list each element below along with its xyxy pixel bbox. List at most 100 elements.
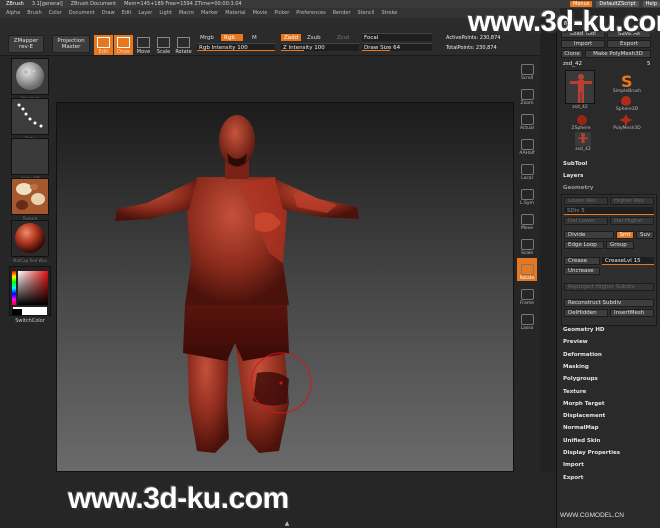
scale-mode-button[interactable]: Scale	[154, 35, 173, 55]
z-intensity-slider[interactable]: Z Intensity 100	[281, 43, 359, 51]
section-import[interactable]: Import	[563, 462, 584, 468]
delhidden-button[interactable]: DelHidden	[564, 309, 608, 317]
menu-stroke[interactable]: Stroke	[381, 10, 397, 16]
import-button[interactable]: Import	[561, 40, 605, 48]
nav-aahalf-button[interactable]: AAHalf	[517, 133, 537, 156]
insertmesh-button[interactable]: InsertMesh	[610, 309, 654, 317]
section-masking[interactable]: Masking	[563, 364, 589, 370]
export-button[interactable]: Export	[607, 40, 651, 48]
section-texture[interactable]: Texture	[563, 389, 586, 395]
switch-color-button[interactable]: SwitchColor	[10, 318, 50, 324]
rgb-intensity-slider[interactable]: Rgb Intensity 100	[197, 43, 275, 51]
section-normalmap[interactable]: NormalMap	[563, 425, 599, 431]
nav-local-button[interactable]: Local	[517, 158, 537, 181]
menu-stencil[interactable]: Stencil	[358, 10, 375, 16]
draw-size-slider[interactable]: Draw Size 64	[362, 43, 432, 51]
nav-actual-button[interactable]: Actual	[517, 108, 537, 131]
section-morph-target[interactable]: Morph Target	[563, 401, 605, 407]
zadd-toggle[interactable]: Zadd	[281, 34, 302, 41]
sdiv-slider[interactable]: SDiv 5	[564, 207, 654, 215]
suv-toggle[interactable]: Suv	[636, 231, 654, 239]
color-picker[interactable]	[9, 266, 51, 316]
layers-section[interactable]: Layers	[563, 173, 583, 179]
crease-level-slider[interactable]: CreaseLvl 15	[602, 257, 654, 265]
section-deformation[interactable]: Deformation	[563, 352, 602, 358]
menu-marker[interactable]: Marker	[201, 10, 218, 16]
rotate-mode-button[interactable]: Rotate	[174, 35, 193, 55]
alpha-thumbnail[interactable]	[11, 138, 49, 175]
higher-res-button[interactable]: Higher Res	[610, 197, 654, 205]
nav-move-button[interactable]: Move	[517, 208, 537, 231]
brush-thumbnail[interactable]	[11, 58, 49, 95]
crease-button[interactable]: Crease	[564, 257, 600, 265]
section-display-properties[interactable]: Display Properties	[563, 450, 620, 456]
menu-picker[interactable]: Picker	[274, 10, 289, 16]
expand-arrow-icon[interactable]: ▲	[280, 520, 294, 527]
divide-button[interactable]: Divide	[564, 231, 614, 239]
menu-light[interactable]: Light	[159, 10, 171, 16]
draw-mode-button[interactable]: Draw	[114, 35, 133, 55]
document-canvas[interactable]	[56, 102, 514, 472]
menu-render[interactable]: Render	[333, 10, 351, 16]
nav-scale-button[interactable]: Scale	[517, 233, 537, 256]
section-geometry-hd[interactable]: Geometry HD	[563, 327, 605, 333]
smt-toggle[interactable]: Smt	[616, 231, 634, 239]
menu-brush[interactable]: Brush	[27, 10, 41, 16]
lower-res-button[interactable]: Lower Res	[564, 197, 608, 205]
rgb-toggle[interactable]: Rgb	[221, 34, 243, 41]
focal-shift-slider[interactable]: Focal	[362, 33, 432, 41]
edit-mode-button[interactable]: Edit	[94, 35, 113, 55]
section-displacement[interactable]: Displacement	[563, 413, 605, 419]
menu-macro[interactable]: Macro	[179, 10, 194, 16]
menu-layer[interactable]: Layer	[138, 10, 152, 16]
nav-scroll-button[interactable]: Scroll	[517, 58, 537, 81]
right-nav-shelf: Scroll Zoom Actual AAHalf Local L.Sym Move Scal…	[514, 56, 540, 472]
subtool-section[interactable]: SubTool	[563, 161, 587, 167]
simplebrush-tool[interactable]: S	[615, 72, 637, 91]
nav-zoom-button[interactable]: Zoom	[517, 83, 537, 106]
polymesh3d-tool[interactable]	[619, 114, 633, 126]
reconstruct-subdiv-button[interactable]: Reconstruct Subdiv	[564, 299, 654, 307]
menu-movie[interactable]: Movie	[253, 10, 268, 16]
zsphere-tool[interactable]	[575, 114, 589, 126]
section-preview[interactable]: Preview	[563, 339, 588, 345]
zmapper-button[interactable]: ZMapper rev-E	[8, 35, 44, 53]
palette-scrollbar[interactable]	[540, 18, 556, 472]
texture-thumbnail[interactable]	[11, 178, 49, 215]
del-higher-button[interactable]: Del Higher	[610, 217, 654, 225]
edge-loop-button[interactable]: Edge Loop	[564, 241, 604, 249]
section-export[interactable]: Export	[563, 475, 583, 481]
tool-thumb-current[interactable]	[565, 70, 595, 104]
reproject-higher-subdiv-button[interactable]: Reproject Higher Subdiv	[564, 283, 654, 291]
nav-frame-button[interactable]: Frame	[517, 283, 537, 306]
make-polymesh-button[interactable]: Make PolyMesh3D	[585, 50, 651, 58]
nav-lsym-button[interactable]: L.Sym	[517, 183, 537, 206]
menu-document[interactable]: Document	[69, 10, 95, 16]
section-polygroups[interactable]: Polygroups	[563, 376, 598, 382]
tool-thumb-small[interactable]	[575, 132, 591, 146]
menu-draw[interactable]: Draw	[102, 10, 115, 16]
del-lower-button[interactable]: Del Lower	[564, 217, 608, 225]
zcut-toggle[interactable]: Zcut	[334, 34, 352, 41]
menu-edit[interactable]: Edit	[122, 10, 132, 16]
geometry-section[interactable]: Geometry	[563, 185, 593, 191]
sphere3d-tool[interactable]	[619, 95, 633, 107]
material-thumbnail[interactable]	[11, 220, 49, 257]
nav-rotate-button[interactable]: Rotate	[517, 258, 537, 281]
uncrease-button[interactable]: Uncrease	[564, 267, 600, 275]
menu-preferences[interactable]: Preferences	[296, 10, 325, 16]
mrgb-toggle[interactable]: Mrgb	[197, 34, 217, 41]
move-mode-button[interactable]: Move	[134, 35, 153, 55]
group-button[interactable]: Group	[606, 241, 634, 249]
menu-material[interactable]: Material	[225, 10, 245, 16]
menu-alpha[interactable]: Alpha	[6, 10, 20, 16]
menu-color[interactable]: Color	[49, 10, 62, 16]
projection-master-button[interactable]: Projection Master	[52, 35, 90, 53]
section-unified-skin[interactable]: Unified Skin	[563, 438, 600, 444]
nav-lasso-button[interactable]: Lasso	[517, 308, 537, 331]
kratos-sculpt	[115, 115, 359, 453]
clone-button[interactable]: Clone	[561, 50, 583, 58]
m-toggle[interactable]: M	[249, 34, 260, 41]
zsub-toggle[interactable]: Zsub	[304, 34, 324, 41]
stroke-thumbnail[interactable]	[11, 98, 49, 135]
